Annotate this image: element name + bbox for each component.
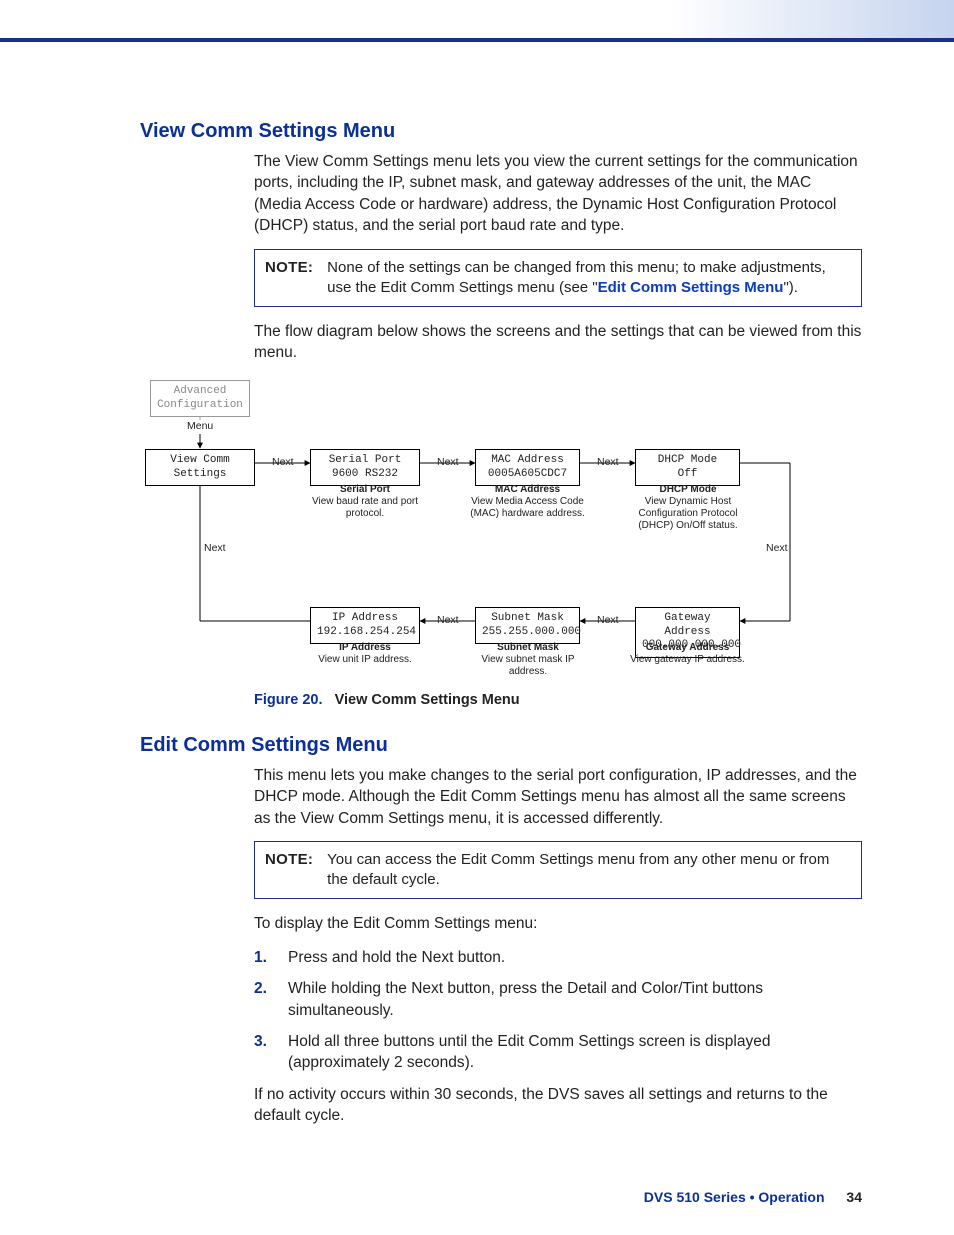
label-next: Next: [597, 614, 619, 626]
step-text: Press and hold the Next button.: [288, 947, 505, 968]
label-next: Next: [204, 542, 226, 554]
desc-ip-body: View unit IP address.: [306, 654, 424, 666]
label-next: Next: [597, 456, 619, 468]
closing-paragraph: If no activity occurs within 30 seconds,…: [254, 1084, 862, 1127]
box-serial-port: Serial Port9600 RS232: [310, 449, 420, 487]
note-body: You can access the Edit Comm Settings me…: [327, 850, 851, 891]
view-intro-paragraph: The View Comm Settings menu lets you vie…: [254, 151, 862, 237]
label-next: Next: [437, 614, 459, 626]
footer-series: DVS 510 Series • Operation: [644, 1189, 825, 1205]
desc-dhcp-body: View Dynamic Host Configuration Protocol…: [628, 496, 748, 532]
step-item: 2. While holding the Next button, press t…: [254, 978, 862, 1021]
desc-gateway: Gateway Address View gateway IP address.: [625, 642, 750, 666]
desc-dhcp-title: DHCP Mode: [628, 484, 748, 496]
note-label: NOTE:: [265, 258, 313, 299]
box-dhcp: DHCP ModeOff: [635, 449, 740, 487]
desc-subnet-body: View subnet mask IP address.: [462, 654, 594, 678]
step-number: 2.: [254, 978, 274, 1021]
label-menu: Menu: [187, 420, 213, 432]
to-display-paragraph: To display the Edit Comm Settings menu:: [254, 913, 862, 934]
page-body: View Comm Settings Menu The View Comm Se…: [0, 42, 954, 1231]
figure-title: View Comm Settings Menu: [335, 692, 520, 708]
label-next: Next: [272, 456, 294, 468]
edit-intro-paragraph: This menu lets you make changes to the s…: [254, 765, 862, 829]
box-view-comm: View CommSettings: [145, 449, 255, 487]
heading-view-comm: View Comm Settings Menu: [140, 120, 862, 143]
desc-ip: IP Address View unit IP address.: [306, 642, 424, 666]
note-label: NOTE:: [265, 850, 313, 891]
flow-intro-paragraph: The flow diagram below shows the screens…: [254, 321, 862, 364]
desc-gateway-title: Gateway Address: [625, 642, 750, 654]
desc-ip-title: IP Address: [306, 642, 424, 654]
page-header-bar: [0, 0, 954, 42]
step-number: 1.: [254, 947, 274, 968]
label-next: Next: [437, 456, 459, 468]
box-ip: IP Address192.168.254.254: [310, 607, 420, 645]
page-footer: DVS 510 Series • Operation 34: [644, 1189, 862, 1205]
box-mac: MAC Address0005A605CDC7: [475, 449, 580, 487]
desc-subnet-title: Subnet Mask: [462, 642, 594, 654]
desc-mac-title: MAC Address: [465, 484, 590, 496]
note-box-view: NOTE: None of the settings can be change…: [254, 249, 862, 308]
figure-caption: Figure 20. View Comm Settings Menu: [254, 692, 862, 708]
steps-list: 1. Press and hold the Next button. 2. Whil…: [254, 947, 862, 1074]
note-body: None of the settings can be changed from…: [327, 258, 851, 299]
heading-edit-comm: Edit Comm Settings Menu: [140, 734, 862, 757]
flow-diagram: AdvancedConfiguration Menu View CommSett…: [90, 376, 810, 686]
box-subnet: Subnet Mask255.255.000.000: [475, 607, 580, 645]
desc-serial-title: Serial Port: [306, 484, 424, 496]
edit-comm-settings-link[interactable]: Edit Comm Settings Menu: [598, 279, 784, 296]
footer-page-number: 34: [846, 1189, 862, 1205]
note-text-part2: ").: [783, 279, 798, 296]
desc-serial-body: View baud rate and port protocol.: [306, 496, 424, 520]
desc-mac: MAC Address View Media Access Code (MAC)…: [465, 484, 590, 520]
note-box-edit: NOTE: You can access the Edit Comm Setti…: [254, 841, 862, 900]
desc-subnet: Subnet Mask View subnet mask IP address.: [462, 642, 594, 678]
desc-dhcp: DHCP Mode View Dynamic Host Configuratio…: [628, 484, 748, 532]
figure-number: Figure 20.: [254, 692, 323, 708]
desc-serial: Serial Port View baud rate and port prot…: [306, 484, 424, 520]
step-number: 3.: [254, 1031, 274, 1074]
step-text: While holding the Next button, press the…: [288, 978, 862, 1021]
label-next: Next: [766, 542, 788, 554]
box-advanced-config: AdvancedConfiguration: [150, 380, 250, 418]
desc-gateway-body: View gateway IP address.: [625, 654, 750, 666]
step-text: Hold all three buttons until the Edit Co…: [288, 1031, 862, 1074]
desc-mac-body: View Media Access Code (MAC) hardware ad…: [465, 496, 590, 520]
step-item: 3. Hold all three buttons until the Edit …: [254, 1031, 862, 1074]
step-item: 1. Press and hold the Next button.: [254, 947, 862, 968]
